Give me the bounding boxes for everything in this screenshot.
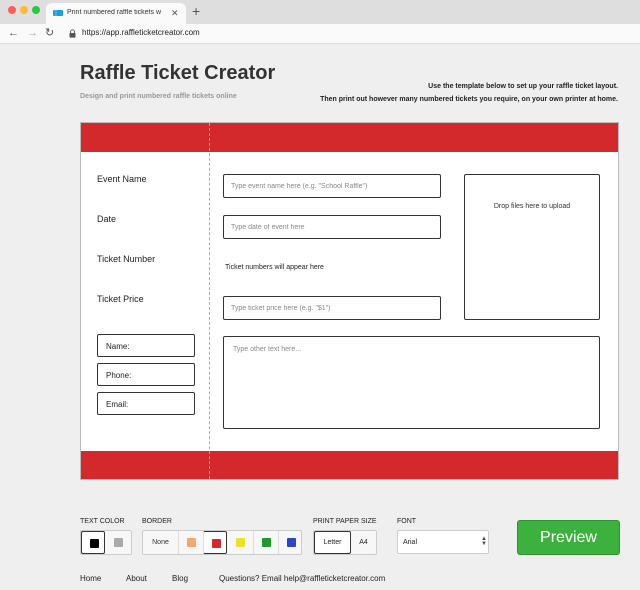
font-label: FONT [397, 518, 417, 525]
text-color-group [80, 530, 132, 555]
border-label: BORDER [142, 518, 172, 525]
browser-tab-bar: Print numbered raffle tickets w ✕ + [0, 0, 640, 24]
tab-title: Print numbered raffle tickets w [67, 9, 162, 16]
border-blue-button[interactable] [278, 531, 302, 554]
ticket-price-input[interactable] [223, 296, 441, 320]
event-name-input[interactable] [223, 174, 441, 198]
border-none-button[interactable]: None [143, 531, 178, 554]
ticket-number-placeholder: Ticket numbers will appear here [225, 264, 324, 271]
footer-contact-text: Questions? Email help@raffleticketcreato… [219, 574, 386, 583]
border-red-button[interactable] [203, 531, 227, 554]
stub-date-label: Date [97, 214, 117, 224]
reload-icon[interactable]: ↻ [45, 26, 54, 40]
text-color-label: TEXT COLOR [80, 518, 125, 525]
footer-blog-link[interactable]: Blog [172, 574, 188, 583]
intro-text: Use the template below to set up your ra… [320, 80, 618, 106]
black-swatch-icon [90, 539, 99, 548]
stub-event-name-label: Event Name [97, 174, 147, 184]
ticket-favicon-icon [53, 10, 63, 16]
browser-address-bar: ← → ↻ https://app.raffleticketcreator.co… [0, 24, 640, 44]
lock-icon [69, 29, 76, 38]
url-field[interactable]: https://app.raffleticketcreator.com [82, 28, 200, 37]
yellow-swatch-icon [236, 538, 245, 547]
gray-swatch-icon [114, 538, 123, 547]
preview-button[interactable]: Preview [517, 520, 620, 555]
font-select[interactable]: Arial [397, 530, 489, 554]
ticket-template: Event Name Date Ticket Number Ticket Pri… [80, 122, 619, 480]
text-color-black-button[interactable] [81, 531, 105, 554]
stub-ticket-number-label: Ticket Number [97, 254, 156, 264]
font-select-value: Arial [403, 539, 418, 546]
select-updown-icon: ▲ ▼ [481, 536, 487, 547]
intro-line-2: Then print out however many numbered tic… [320, 96, 618, 103]
stub-phone-field[interactable]: Phone: [97, 363, 195, 386]
border-orange-button[interactable] [178, 531, 202, 554]
ticket-top-band [81, 123, 618, 152]
paper-size-group: Letter A4 [313, 530, 377, 555]
page-title: Raffle Ticket Creator [80, 62, 276, 84]
blue-swatch-icon [287, 538, 296, 547]
green-swatch-icon [262, 538, 271, 547]
paper-a4-button[interactable]: A4 [351, 531, 376, 554]
browser-tab[interactable]: Print numbered raffle tickets w ✕ [46, 3, 186, 24]
dropzone-label: Drop files here to upload [493, 203, 571, 210]
event-date-input[interactable] [223, 215, 441, 239]
page-subtitle: Design and print numbered raffle tickets… [80, 93, 237, 100]
close-tab-icon[interactable]: ✕ [171, 7, 179, 19]
text-color-gray-button[interactable] [106, 531, 130, 554]
stub-ticket-price-label: Ticket Price [97, 294, 144, 304]
border-green-button[interactable] [253, 531, 277, 554]
footer-home-link[interactable]: Home [80, 574, 101, 583]
intro-line-1: Use the template below to set up your ra… [428, 83, 618, 90]
paper-size-label: PRINT PAPER SIZE [313, 518, 377, 525]
paper-letter-button[interactable]: Letter [314, 531, 351, 554]
stub-name-field[interactable]: Name: [97, 334, 195, 357]
border-yellow-button[interactable] [228, 531, 252, 554]
window-close-button[interactable] [8, 6, 16, 14]
ticket-perforation-line [209, 123, 210, 479]
back-arrow-icon[interactable]: ← [8, 26, 19, 40]
ticket-bottom-band [81, 451, 618, 479]
stub-email-field[interactable]: Email: [97, 392, 195, 415]
new-tab-icon[interactable]: + [192, 4, 200, 18]
forward-arrow-icon[interactable]: → [27, 26, 38, 40]
window-minimize-button[interactable] [20, 6, 28, 14]
footer-about-link[interactable]: About [126, 574, 147, 583]
other-text-input[interactable] [223, 336, 600, 429]
window-zoom-button[interactable] [32, 6, 40, 14]
orange-swatch-icon [187, 538, 196, 547]
red-swatch-icon [212, 539, 221, 548]
image-upload-dropzone[interactable]: Drop files here to upload [464, 174, 600, 320]
border-color-group: None [142, 530, 302, 555]
